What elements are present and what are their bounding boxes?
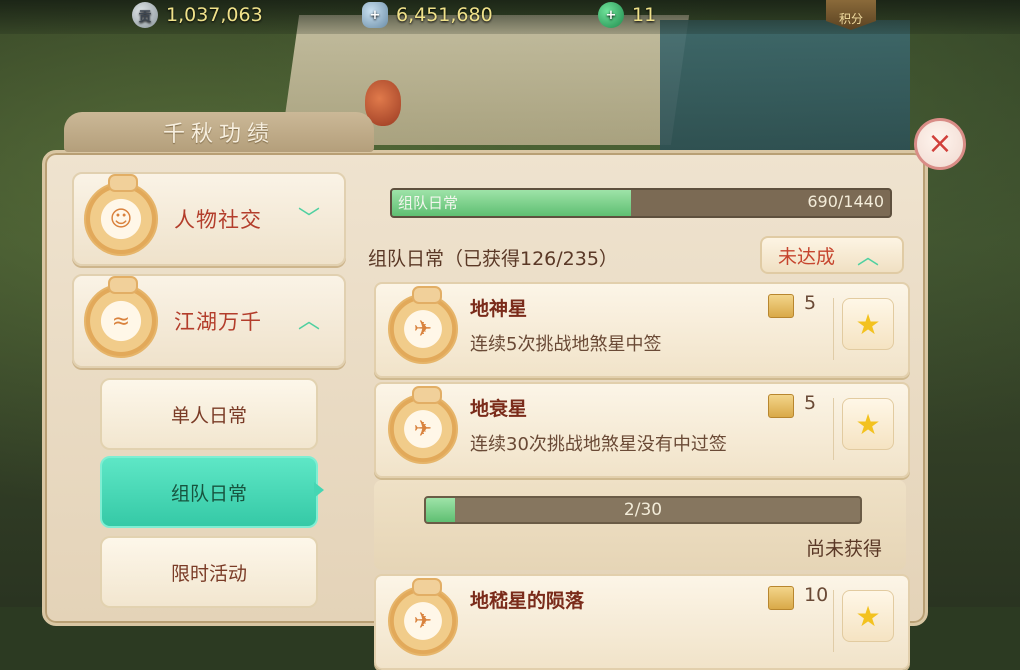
- star-icon: ★: [855, 599, 881, 633]
- window-title: 千秋功绩: [64, 112, 374, 152]
- scroll-points-icon: [768, 394, 794, 418]
- chevron-up-icon: ︿: [857, 245, 880, 270]
- contribution-coin-icon: 贡: [132, 2, 158, 28]
- silver-resource[interactable]: + 6,451,680: [362, 2, 493, 28]
- subtab-solo-daily[interactable]: 单人日常: [100, 378, 318, 450]
- achievement-name: 地神星: [470, 298, 528, 320]
- jade-value: 11: [632, 4, 657, 26]
- achievement-desc: 连续5次挑战地煞星中签: [470, 334, 662, 355]
- achievement-medal-icon: ✈: [388, 386, 458, 464]
- achievement-card[interactable]: ✈ 地嵇星的陨落 10 ★: [374, 574, 910, 670]
- achievement-points: 10: [804, 584, 829, 606]
- achievement-name: 地嵇星的陨落: [470, 590, 585, 612]
- subtab-limited-event[interactable]: 限时活动: [100, 536, 318, 608]
- close-button[interactable]: ×: [914, 118, 966, 170]
- jade-currency-icon[interactable]: +: [598, 2, 624, 28]
- card-divider: [833, 298, 834, 360]
- scroll-medal-icon: ≈: [84, 276, 158, 358]
- star-icon: ★: [855, 407, 881, 441]
- achievement-desc: 连续30次挑战地煞星没有中过签: [470, 434, 727, 455]
- star-icon: ★: [855, 307, 881, 341]
- category-label: 人物社交: [174, 208, 262, 232]
- achievement-medal-icon: ✈: [388, 286, 458, 364]
- section-title: 组队日常（已获得126/235）: [368, 248, 618, 270]
- scroll-points-icon: [768, 586, 794, 610]
- status-label: 未达成: [778, 245, 836, 268]
- star-claim-button[interactable]: ★: [842, 398, 894, 450]
- category-progress-label: 组队日常: [398, 194, 459, 212]
- achievement-state: 尚未获得: [806, 538, 883, 560]
- star-claim-button[interactable]: ★: [842, 298, 894, 350]
- status-filter-button[interactable]: 未达成 ︿: [760, 236, 904, 274]
- silver-ingot-icon[interactable]: +: [362, 2, 388, 28]
- contribution-resource: 贡 1,037,063: [132, 2, 263, 28]
- subtab-team-daily[interactable]: 组队日常: [100, 456, 318, 528]
- achievement-name: 地衰星: [470, 398, 528, 420]
- silver-value: 6,451,680: [396, 4, 493, 26]
- category-progress-bar: 组队日常 690/1440: [390, 188, 892, 218]
- achievement-points: 5: [804, 392, 817, 414]
- star-claim-button[interactable]: ★: [842, 590, 894, 642]
- achievement-progress-bar: 2/30: [424, 496, 862, 524]
- close-icon: ×: [927, 126, 953, 161]
- achievement-card[interactable]: ✈ 地衰星 连续30次挑战地煞星没有中过签 5 ★: [374, 382, 910, 478]
- category-jianghu[interactable]: ≈ 江湖万千 ︿: [72, 274, 346, 368]
- category-social[interactable]: ☺ 人物社交 ﹀: [72, 172, 346, 266]
- card-divider: [833, 398, 834, 460]
- points-label: 积分: [838, 11, 863, 26]
- active-tab-arrow-icon: [314, 482, 324, 498]
- category-progress-value: 690/1440: [807, 192, 884, 211]
- background-wall: [660, 20, 910, 160]
- achievement-card[interactable]: ✈ 地神星 连续5次挑战地煞星中签 5 ★: [374, 282, 910, 378]
- scroll-points-icon: [768, 294, 794, 318]
- jade-resource[interactable]: + 11: [598, 2, 656, 28]
- social-medal-icon: ☺: [84, 174, 158, 256]
- chevron-down-icon: ﹀: [297, 207, 320, 232]
- chevron-up-icon: ︿: [297, 309, 320, 334]
- card-divider: [833, 590, 834, 652]
- achievement-progress-value: 2/30: [623, 500, 663, 520]
- category-label: 江湖万千: [174, 310, 262, 334]
- contribution-value: 1,037,063: [166, 4, 263, 26]
- achievement-medal-icon: ✈: [388, 578, 458, 656]
- achievement-points: 5: [804, 292, 817, 314]
